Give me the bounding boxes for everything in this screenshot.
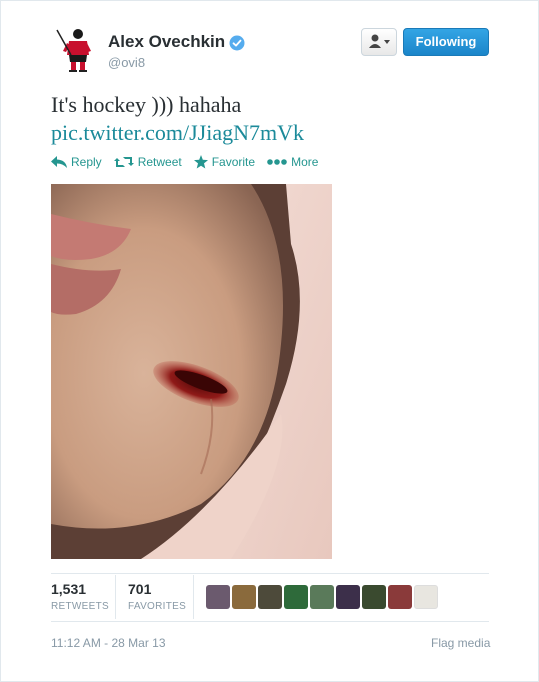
tweet-card: Alex Ovechkin @ovi8 Following It's hocke… — [0, 0, 539, 682]
avatar[interactable] — [51, 25, 99, 73]
favoriter-avatar[interactable] — [258, 585, 282, 609]
user-name[interactable]: Alex Ovechkin — [108, 32, 245, 52]
favoriter-avatar[interactable] — [414, 585, 438, 609]
favoriter-avatar[interactable] — [336, 585, 360, 609]
user-icon — [369, 34, 390, 48]
reply-button[interactable]: Reply — [51, 155, 102, 169]
retweet-label: Retweet — [137, 155, 182, 169]
favoriter-avatar[interactable] — [388, 585, 412, 609]
star-icon — [193, 155, 208, 169]
tweet-actions: Reply Retweet Favorite More — [51, 155, 330, 169]
more-label: More — [291, 155, 319, 169]
retweets-label: RETWEETS — [51, 601, 109, 612]
favorites-count: 701 — [128, 581, 152, 597]
chevron-down-icon — [384, 40, 390, 44]
favorite-button[interactable]: Favorite — [193, 155, 256, 169]
user-name-text[interactable]: Alex Ovechkin — [108, 32, 225, 51]
flag-media-link[interactable]: Flag media — [431, 636, 490, 650]
user-handle[interactable]: @ovi8 — [108, 55, 145, 70]
favorites-label: FAVORITES — [128, 601, 187, 612]
tweet-media-link[interactable]: pic.twitter.com/JJiagN7mVk — [51, 119, 304, 147]
following-button[interactable]: Following — [403, 28, 489, 56]
tweet-photo[interactable] — [51, 184, 332, 559]
stats-divider-top — [51, 573, 489, 574]
more-dots-icon — [267, 159, 287, 165]
favoriter-avatar[interactable] — [284, 585, 308, 609]
tweet-timestamp[interactable]: 11:12 AM - 28 Mar 13 — [51, 636, 166, 650]
retweet-icon — [113, 157, 134, 167]
favoriter-avatar[interactable] — [310, 585, 334, 609]
retweets-count: 1,531 — [51, 581, 87, 597]
favoriter-avatar[interactable] — [362, 585, 386, 609]
stat-divider — [193, 575, 194, 619]
favorites-stat[interactable]: 701 FAVORITES — [128, 581, 186, 612]
reply-icon — [51, 156, 67, 168]
more-button[interactable]: More — [267, 155, 318, 169]
cut-chin-photo — [51, 184, 332, 559]
favoriter-avatar[interactable] — [206, 585, 230, 609]
stat-divider — [115, 575, 116, 619]
stats-divider-bottom — [51, 621, 489, 622]
user-actions-dropdown[interactable] — [361, 28, 397, 56]
verified-badge-icon — [229, 35, 245, 51]
favorite-label: Favorite — [211, 155, 256, 169]
tweet-text: It's hockey ))) hahaha — [51, 92, 242, 117]
retweets-stat[interactable]: 1,531 RETWEETS — [51, 581, 109, 612]
favoriters-list — [206, 585, 440, 609]
retweet-button[interactable]: Retweet — [113, 155, 182, 169]
reply-label: Reply — [71, 155, 102, 169]
favoriter-avatar[interactable] — [232, 585, 256, 609]
